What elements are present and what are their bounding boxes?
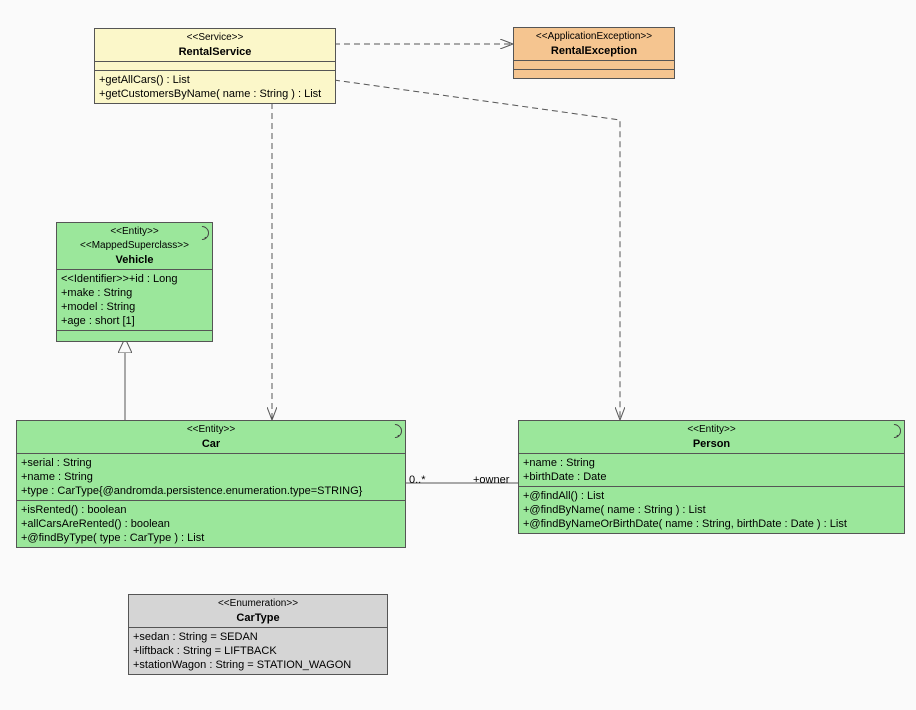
class-name: RentalException <box>518 44 670 58</box>
stereotype: <<Entity>> <box>61 225 208 239</box>
operation: +getCustomersByName( name : String ) : L… <box>99 87 331 101</box>
enum-literal: +sedan : String = SEDAN <box>133 630 383 644</box>
enum-literal: +stationWagon : String = STATION_WAGON <box>133 658 383 672</box>
attribute: <<Identifier>>+id : Long <box>61 272 208 286</box>
operation: +@findByName( name : String ) : List <box>523 503 900 517</box>
class-name: RentalService <box>99 45 331 59</box>
operation: +@findAll() : List <box>523 489 900 503</box>
role-owner: +owner <box>473 474 509 486</box>
operation: +allCarsAreRented() : boolean <box>21 517 401 531</box>
attribute: +name : String <box>523 456 900 470</box>
class-rentalexception[interactable]: <<ApplicationException>> RentalException <box>513 27 675 79</box>
class-name: Vehicle <box>61 253 208 267</box>
attribute: +type : CarType{@andromda.persistence.en… <box>21 484 401 498</box>
stereotype: <<ApplicationException>> <box>518 30 670 44</box>
class-car[interactable]: <<Entity>> Car +serial : String +name : … <box>16 420 406 548</box>
class-cartype[interactable]: <<Enumeration>> CarType +sedan : String … <box>128 594 388 675</box>
attribute: +age : short [1] <box>61 314 208 328</box>
attribute: +make : String <box>61 286 208 300</box>
attribute: +model : String <box>61 300 208 314</box>
class-name: Car <box>21 437 401 451</box>
class-person[interactable]: <<Entity>> Person +name : String +birthD… <box>518 420 905 534</box>
stereotype: <<Enumeration>> <box>133 597 383 611</box>
attribute: +name : String <box>21 470 401 484</box>
dependency-service-person <box>334 80 620 420</box>
operation: +@findByType( type : CarType ) : List <box>21 531 401 545</box>
enum-literal: +liftback : String = LIFTBACK <box>133 644 383 658</box>
class-name: Person <box>523 437 900 451</box>
operation: +@findByNameOrBirthDate( name : String, … <box>523 517 900 531</box>
attribute: +birthDate : Date <box>523 470 900 484</box>
multiplicity-car: 0..* <box>409 474 426 486</box>
class-vehicle[interactable]: <<Entity>> <<MappedSuperclass>> Vehicle … <box>56 222 213 342</box>
stereotype: <<Entity>> <box>21 423 401 437</box>
attribute: +serial : String <box>21 456 401 470</box>
class-name: CarType <box>133 611 383 625</box>
stereotype: <<Entity>> <box>523 423 900 437</box>
stereotype: <<Service>> <box>99 31 331 45</box>
operation: +getAllCars() : List <box>99 73 331 87</box>
operation: +isRented() : boolean <box>21 503 401 517</box>
stereotype: <<MappedSuperclass>> <box>61 239 208 253</box>
class-rentalservice[interactable]: <<Service>> RentalService +getAllCars() … <box>94 28 336 104</box>
